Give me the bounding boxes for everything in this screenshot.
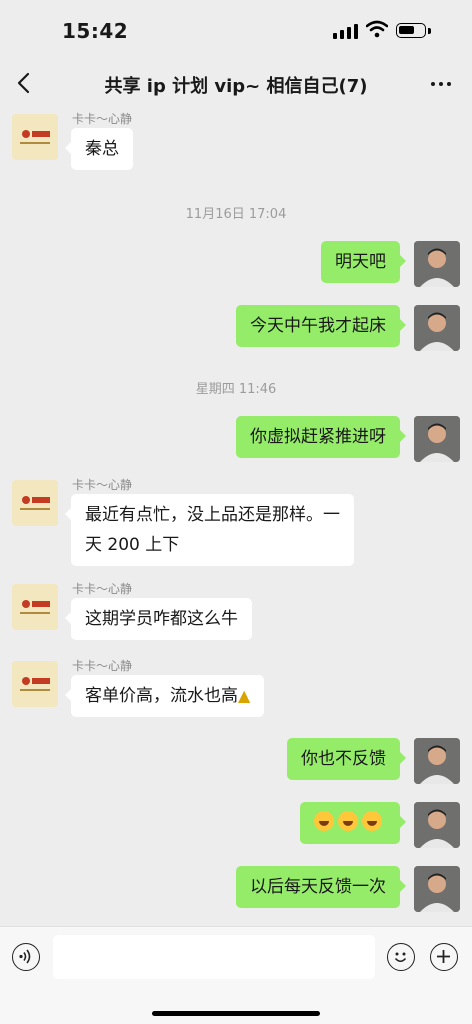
message-text: 以后每天反馈一次 xyxy=(250,877,386,897)
battery-icon xyxy=(396,23,426,38)
avatar[interactable] xyxy=(414,416,460,462)
voice-icon[interactable] xyxy=(12,943,40,971)
sender-name: 卡卡～心静 xyxy=(72,659,133,673)
laughing-crying-emoji-icon xyxy=(338,811,358,831)
message-text: 你也不反馈 xyxy=(301,749,386,769)
chat-title: 共享 ip 计划 vip~ 相信自己(7) xyxy=(104,76,368,97)
sender-name: 卡卡～心静 xyxy=(72,582,133,596)
message-text: 明天吧 xyxy=(335,252,386,272)
thumbs-up-emoji-icon: ▲ xyxy=(238,686,251,705)
input-bar xyxy=(0,926,472,1024)
message-bubble[interactable]: 你虚拟赶紧推进呀 xyxy=(236,416,406,458)
home-indicator xyxy=(152,1011,320,1016)
message-bubble[interactable]: 以后每天反馈一次 xyxy=(236,866,406,908)
sender-name: 卡卡～心静 xyxy=(72,478,133,492)
message-bubble[interactable]: 你也不反馈 xyxy=(287,738,406,780)
message-text: 你虚拟赶紧推进呀 xyxy=(250,427,386,447)
avatar[interactable] xyxy=(414,866,460,912)
avatar[interactable] xyxy=(414,241,460,287)
message-bubble[interactable]: 最近有点忙，没上品还是那样。一 天 200 上下 xyxy=(65,494,354,566)
laughing-crying-emoji-icon xyxy=(362,811,382,831)
message-bubble[interactable]: 客单价高，流水也高▲ xyxy=(64,675,265,717)
message-text: 客单价高，流水也高 xyxy=(85,686,238,706)
timestamp: 星期四 11:46 xyxy=(195,382,277,397)
plus-icon[interactable] xyxy=(430,943,458,971)
status-time: 15:42 xyxy=(62,19,129,43)
battery-cap xyxy=(428,28,431,34)
more-dots-icon[interactable] xyxy=(428,70,454,96)
avatar[interactable] xyxy=(414,738,460,784)
timestamp: 11月16日 17:04 xyxy=(185,207,287,222)
laughing-crying-emoji-icon xyxy=(314,811,334,831)
avatar[interactable] xyxy=(12,114,58,160)
cellular-signal-icon xyxy=(333,23,359,39)
avatar[interactable] xyxy=(12,480,58,526)
avatar[interactable] xyxy=(12,661,58,707)
sender-name: 卡卡～心静 xyxy=(72,112,133,126)
message-text: 这期学员咋都这么牛 xyxy=(85,609,238,629)
chevron-left-icon[interactable] xyxy=(10,68,40,98)
message-input[interactable] xyxy=(53,935,375,979)
message-text: 秦总 xyxy=(85,139,119,159)
message-text: 今天中午我才起床 xyxy=(250,316,386,336)
status-bar: 15:42 xyxy=(0,0,472,58)
chat-message-list[interactable]: 卡卡～心静 秦总 11月16日 17:04 明天吧 今天中午我才起床 星期四 1… xyxy=(0,108,472,926)
message-text: 天 200 上下 xyxy=(85,535,180,555)
message-bubble[interactable]: 秦总 xyxy=(65,128,133,170)
message-bubble[interactable]: 这期学员咋都这么牛 xyxy=(65,598,252,640)
avatar[interactable] xyxy=(414,802,460,848)
avatar[interactable] xyxy=(12,584,58,630)
message-text: 最近有点忙，没上品还是那样。一 xyxy=(85,505,340,525)
message-bubble[interactable]: 明天吧 xyxy=(321,241,406,283)
wifi-icon xyxy=(366,20,388,38)
message-bubble[interactable]: 今天中午我才起床 xyxy=(236,305,406,347)
message-bubble[interactable] xyxy=(300,802,406,844)
smiley-icon[interactable] xyxy=(387,943,415,971)
nav-bar: 共享 ip 计划 vip~ 相信自己(7) xyxy=(0,58,472,108)
avatar[interactable] xyxy=(414,305,460,351)
